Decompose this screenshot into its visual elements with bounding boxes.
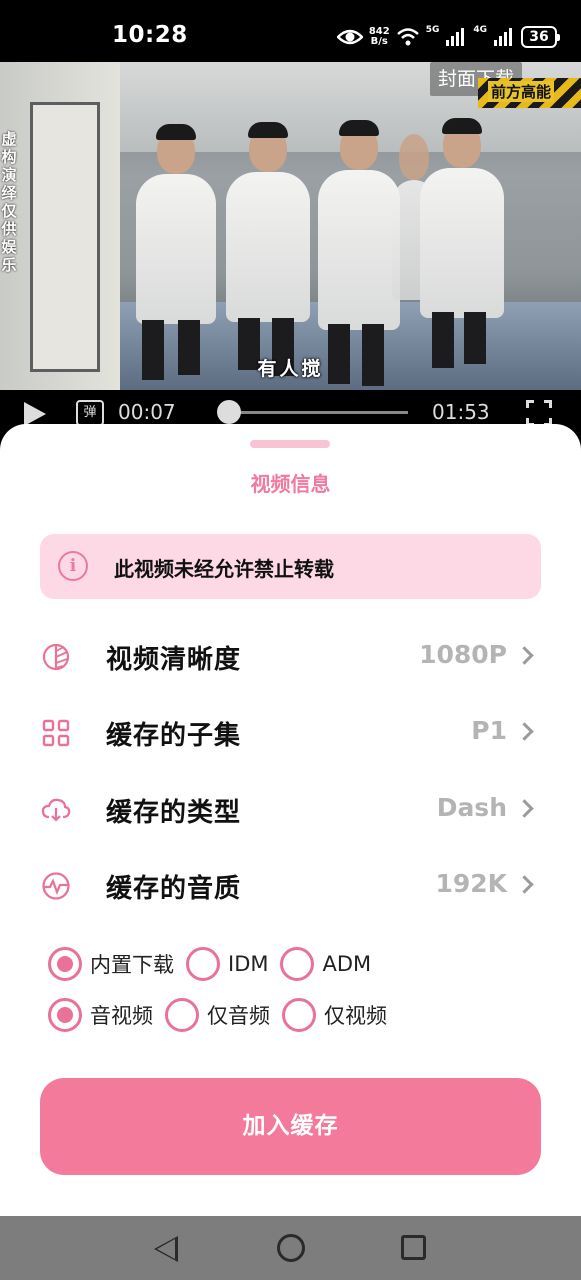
radio-adm[interactable]: ADM <box>280 947 371 981</box>
video-figure <box>318 120 400 330</box>
info-icon: i <box>58 551 88 581</box>
seek-bar[interactable] <box>218 411 408 414</box>
radio-circle <box>165 998 199 1032</box>
radio-circle <box>186 947 220 981</box>
radio-label: ADM <box>322 952 372 976</box>
signal-2-label: 4G <box>473 25 487 35</box>
radio-circle <box>282 998 316 1032</box>
battery-level: 36 <box>529 29 549 45</box>
chevron-right-icon <box>515 646 534 665</box>
video-figure <box>136 124 216 324</box>
video-figure <box>226 122 310 322</box>
video-subtitle: 有人搅 <box>257 358 324 380</box>
radio-circle <box>48 998 82 1032</box>
play-icon[interactable] <box>24 402 46 426</box>
setting-type[interactable]: 缓存的类型 Dash <box>40 780 541 840</box>
radio-circle <box>280 947 315 981</box>
chevron-right-icon <box>515 722 534 741</box>
hazard-tag: 前方高能 <box>478 78 581 108</box>
radio-label: 音视频 <box>90 1004 153 1028</box>
setting-audio-quality[interactable]: 缓存的音质 192K <box>40 856 541 916</box>
setting-resolution[interactable]: 视频清晰度 1080P <box>40 627 541 687</box>
radio-label: IDM <box>228 952 269 976</box>
danmaku-icon[interactable]: 弹 <box>76 400 104 426</box>
signal-icon <box>446 28 465 46</box>
home-icon[interactable] <box>277 1234 305 1262</box>
grid-icon <box>42 719 70 747</box>
eye-icon <box>336 29 363 45</box>
seek-thumb[interactable] <box>217 400 242 424</box>
time-current: 00:07 <box>118 400 176 424</box>
chevron-right-icon <box>515 799 534 818</box>
radio-video-only[interactable]: 仅视频 <box>282 998 387 1032</box>
radio-audio-video[interactable]: 音视频 <box>48 998 153 1032</box>
time-total: 01:53 <box>432 400 490 424</box>
content-options: 音视频 仅音频 仅视频 <box>48 995 399 1035</box>
net-speed-unit: B/s <box>370 36 388 47</box>
copyright-notice: i 此视频未经允许禁止转载 <box>40 534 541 599</box>
cloud-download-icon <box>41 798 71 822</box>
downloader-options: 内置下载 IDM ADM <box>48 944 383 984</box>
video-figure <box>420 118 504 318</box>
video-info-sheet: 视频信息 i 此视频未经允许禁止转载 视频清晰度 1080P 缓存的子集 P1 … <box>0 424 581 1216</box>
resolution-icon <box>42 643 70 671</box>
radio-circle <box>48 947 82 981</box>
setting-value: Dash <box>436 793 507 822</box>
radio-audio-only[interactable]: 仅音频 <box>165 998 270 1032</box>
radio-label: 仅音频 <box>207 1004 270 1028</box>
sheet-drag-handle[interactable] <box>250 440 330 448</box>
radio-label: 仅视频 <box>324 1004 387 1028</box>
add-to-cache-button[interactable]: 加入缓存 <box>40 1078 541 1175</box>
setting-value: P1 <box>471 716 507 745</box>
battery-icon: 36 <box>521 26 560 48</box>
radio-builtin-download[interactable]: 内置下载 <box>48 947 174 981</box>
video-scene-door <box>30 102 100 372</box>
setting-subset[interactable]: 缓存的子集 P1 <box>40 703 541 763</box>
signal-icon <box>494 28 512 46</box>
net-speed: 842 B/s <box>369 27 390 47</box>
setting-value: 1080P <box>419 640 507 669</box>
notice-text: 此视频未经允许禁止转载 <box>114 557 334 581</box>
setting-label: 缓存的子集 <box>106 721 242 751</box>
setting-label: 视频清晰度 <box>106 645 242 675</box>
status-bar: 10:28 842 B/s 5G 4G 36 <box>0 0 581 62</box>
sheet-title: 视频信息 <box>250 472 331 496</box>
recents-icon[interactable] <box>401 1235 426 1260</box>
waveform-icon <box>42 872 70 900</box>
chevron-right-icon <box>515 875 534 894</box>
status-icons: 842 B/s 5G 4G 36 <box>336 24 560 50</box>
video-player[interactable]: 虚构演绎 仅供娱乐 封面下载 前方高能 有人搅 <box>0 62 581 442</box>
status-time: 10:28 <box>112 22 188 48</box>
video-side-caption: 虚构演绎 仅供娱乐 <box>1 130 17 274</box>
radio-label: 内置下载 <box>90 953 174 977</box>
setting-label: 缓存的音质 <box>106 874 242 904</box>
nav-bar <box>0 1216 581 1280</box>
back-icon[interactable] <box>154 1236 178 1262</box>
hazard-tag-label: 前方高能 <box>488 81 555 102</box>
signal-1-label: 5G <box>425 25 440 35</box>
radio-idm[interactable]: IDM <box>186 947 268 981</box>
fullscreen-icon[interactable] <box>526 400 552 426</box>
setting-label: 缓存的类型 <box>106 798 242 828</box>
setting-value: 192K <box>435 869 507 898</box>
wifi-icon <box>396 28 419 46</box>
